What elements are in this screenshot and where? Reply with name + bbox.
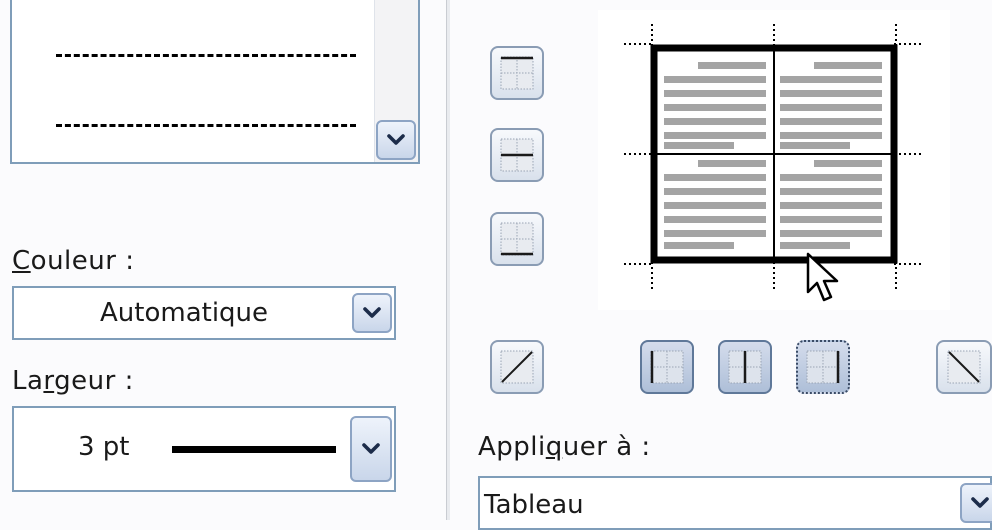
chevron-down-icon <box>971 497 989 508</box>
border-diagonal-up-icon <box>500 350 534 384</box>
border-bottom-icon <box>500 222 534 256</box>
style-list-scroll-down-button[interactable] <box>376 120 416 160</box>
color-dropdown-button[interactable] <box>352 293 392 333</box>
chevron-down-icon <box>387 134 405 145</box>
mouse-pointer-icon <box>806 252 839 302</box>
border-right-icon <box>806 350 840 384</box>
inside-vertical-border-button[interactable] <box>718 340 772 394</box>
width-value: 3 pt <box>78 432 130 462</box>
diagonal-up-border-button[interactable] <box>490 340 544 394</box>
color-value: Automatique <box>100 298 269 328</box>
border-top-icon <box>500 56 534 90</box>
width-line-sample <box>172 446 336 453</box>
bottom-border-button[interactable] <box>490 212 544 266</box>
border-diagonal-down-icon <box>947 350 981 384</box>
right-border-button[interactable] <box>796 340 850 394</box>
chevron-down-icon <box>362 443 380 454</box>
chevron-down-icon <box>363 307 381 318</box>
diagonal-down-border-button[interactable] <box>936 340 992 394</box>
top-border-button[interactable] <box>490 46 544 100</box>
style-list-scrollbar[interactable] <box>374 0 418 162</box>
width-dropdown[interactable]: 3 pt <box>12 406 396 492</box>
color-label: Couleur : <box>12 246 135 276</box>
apply-to-value: Tableau <box>484 490 584 520</box>
line-style-list[interactable] <box>10 0 420 164</box>
table-border-preview <box>624 24 924 290</box>
border-inside-horizontal-icon <box>500 138 534 172</box>
width-label: Largeur : <box>12 366 134 396</box>
border-inside-vertical-icon <box>728 350 762 384</box>
apply-to-dropdown[interactable]: Tableau <box>478 476 992 530</box>
inside-horizontal-border-button[interactable] <box>490 128 544 182</box>
apply-to-dropdown-button[interactable] <box>960 483 992 523</box>
width-dropdown-button[interactable] <box>350 416 392 482</box>
line-style-dashed-option[interactable] <box>56 54 356 57</box>
border-left-icon <box>650 350 684 384</box>
line-style-wide-dashed-option[interactable] <box>56 124 356 127</box>
left-border-button[interactable] <box>640 340 694 394</box>
panel-divider <box>446 0 450 520</box>
apply-to-label: Appliquer à : <box>478 432 651 462</box>
color-dropdown[interactable]: Automatique <box>12 286 396 340</box>
